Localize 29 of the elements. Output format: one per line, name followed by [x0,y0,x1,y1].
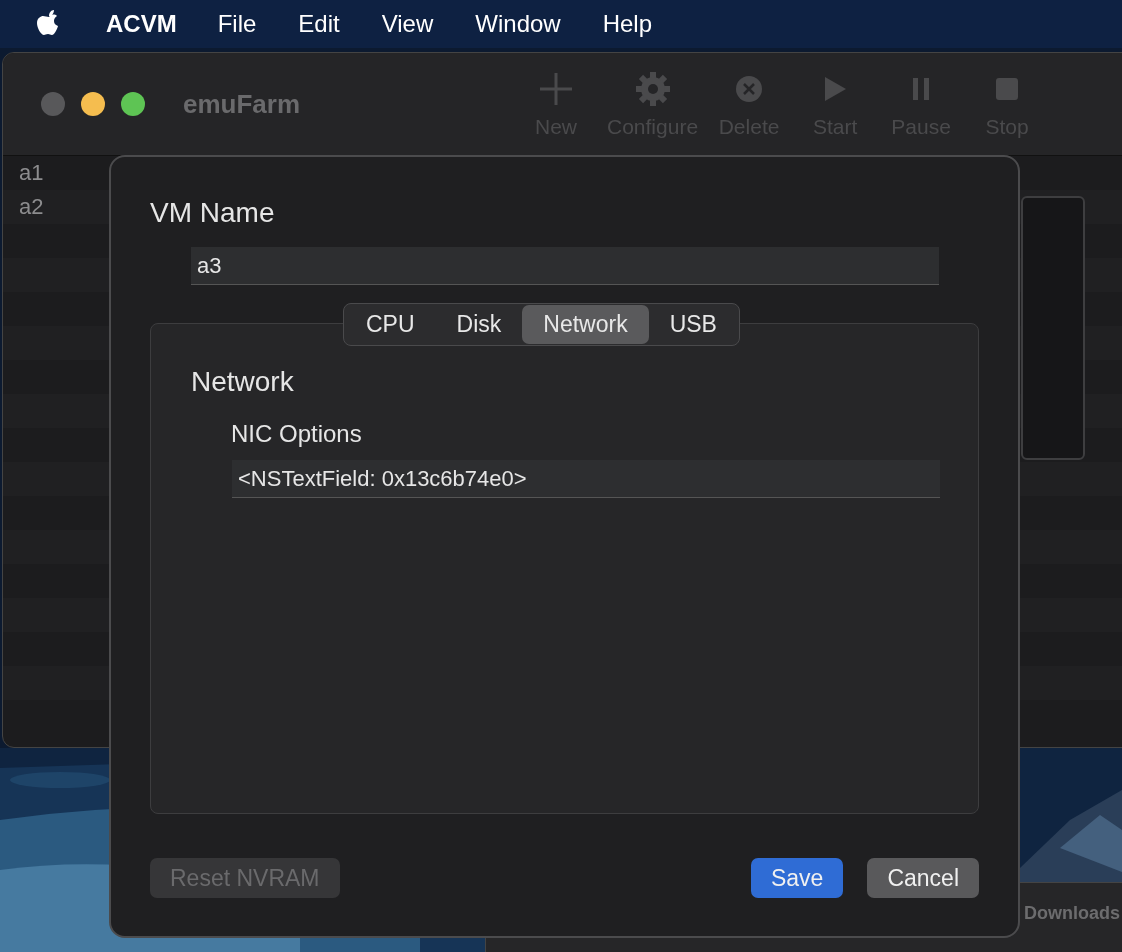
nic-options-field[interactable]: <NSTextField: 0x13c6b74e0> [232,460,940,498]
tab[interactable]: USB [648,305,738,344]
tab[interactable]: CPU [345,305,436,344]
window-title: Downloads [1024,903,1120,923]
app-menu[interactable]: ACVM [106,10,177,38]
menu-item[interactable]: Edit [298,10,340,38]
vm-name-field[interactable]: a3 [191,247,939,285]
tab[interactable]: Disk [435,305,523,344]
stop-icon [995,77,1020,101]
window-control[interactable] [81,92,105,116]
play-icon [823,76,848,102]
vm-list-item[interactable]: a1 [19,160,44,186]
dialog-button[interactable]: Cancel [867,858,979,898]
window-control[interactable] [121,92,145,116]
menu-item[interactable]: File [217,10,257,38]
window-title: emuFarm [183,88,302,120]
menu-item[interactable]: View [381,10,434,38]
menu-item[interactable]: Window [475,10,561,38]
gear-icon [634,71,671,107]
plus-icon [538,71,574,107]
tab[interactable]: Network [522,305,649,344]
close-circle-icon [735,75,764,103]
pause-icon [911,77,932,101]
vm-name-label: VM Name [150,197,276,229]
field-label: NIC Options [231,420,363,448]
menu-item[interactable]: Help [602,10,652,38]
dialog-button[interactable]: Save [750,858,844,898]
vm-list-item[interactable]: a2 [19,194,44,220]
section-title: Network [191,366,295,398]
